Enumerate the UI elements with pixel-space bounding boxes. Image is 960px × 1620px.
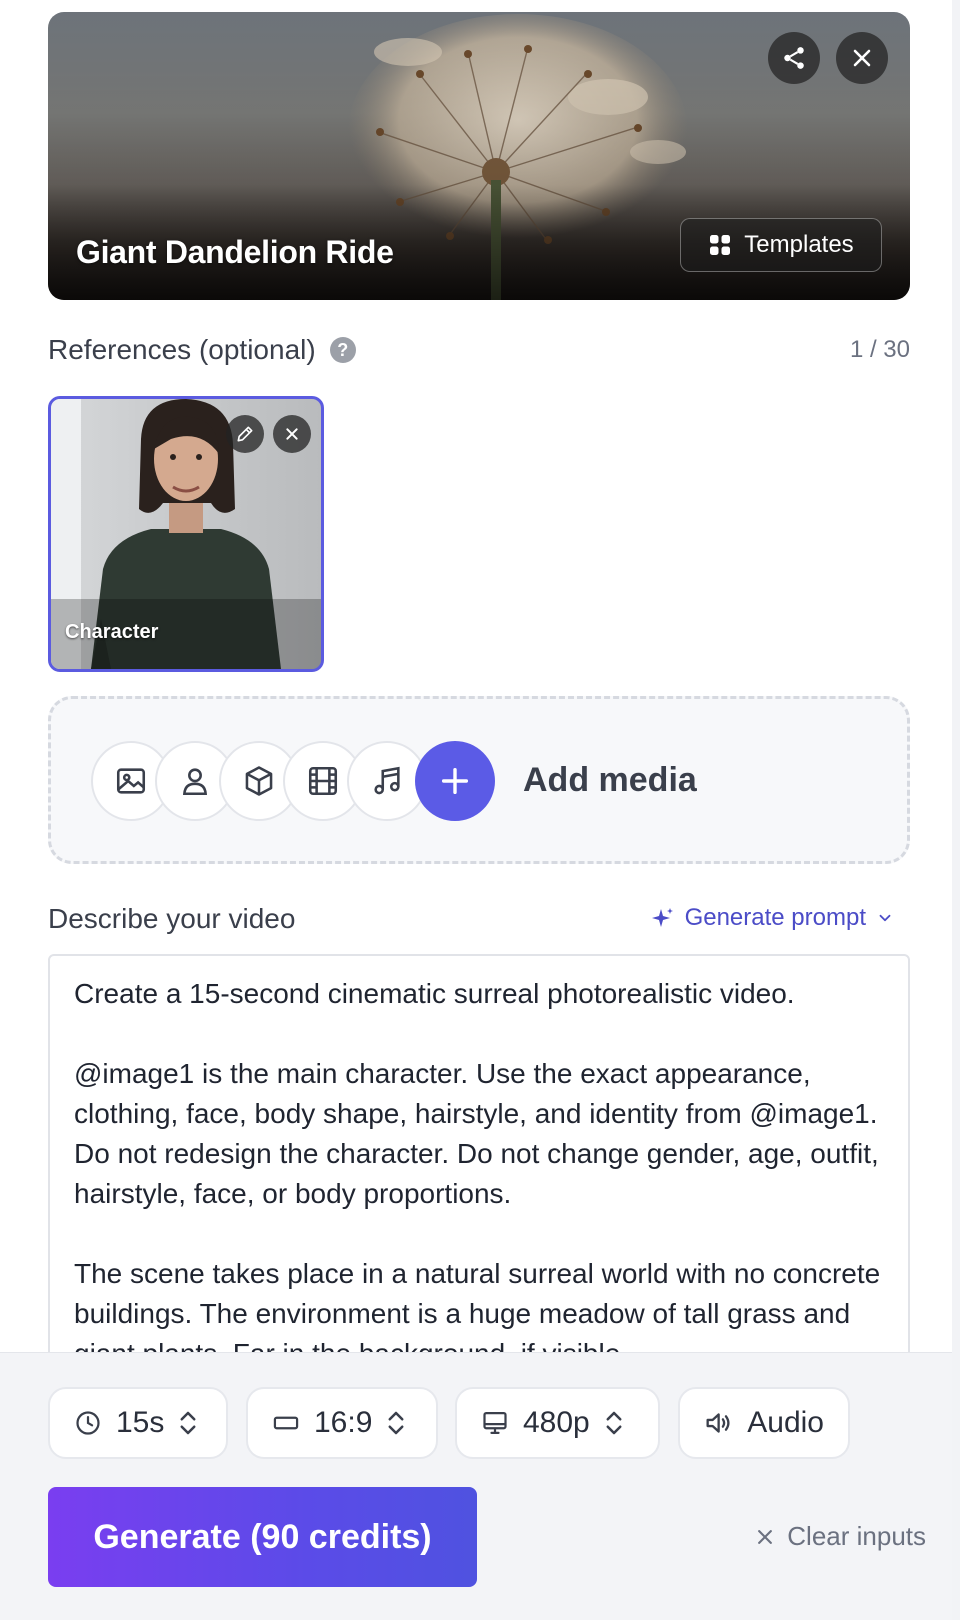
add-media-button[interactable] xyxy=(415,741,495,821)
references-count: 1 / 30 xyxy=(849,336,910,363)
duration-selector[interactable]: 15s xyxy=(48,1387,228,1459)
remove-reference-button[interactable] xyxy=(273,415,311,453)
close-icon xyxy=(853,49,871,67)
add-media-label[interactable]: Add media xyxy=(523,761,697,800)
monitor-icon xyxy=(483,1411,507,1435)
person-icon xyxy=(183,768,207,796)
chevron-down-icon xyxy=(879,914,891,922)
clear-inputs-label: Clear inputs xyxy=(787,1521,926,1551)
plus-icon xyxy=(441,767,469,795)
resolution-selector[interactable]: 480p xyxy=(455,1387,660,1459)
prompt-textarea[interactable]: Create a 15-second cinematic surreal pho… xyxy=(48,954,910,1374)
image-icon xyxy=(116,768,146,794)
close-icon xyxy=(286,428,298,440)
templates-button[interactable]: Templates xyxy=(680,218,882,272)
template-hero: Giant Dandelion Ride Templates xyxy=(48,12,910,300)
pencil-icon xyxy=(237,426,253,442)
templates-label: Templates xyxy=(744,231,854,258)
close-icon xyxy=(758,1529,773,1544)
clear-inputs-button[interactable]: Clear inputs xyxy=(755,1521,926,1552)
resolution-value: 480p xyxy=(523,1406,590,1439)
cube-icon xyxy=(245,766,273,796)
describe-video-label: Describe your video xyxy=(48,903,296,934)
grid-icon xyxy=(710,235,731,255)
prompt-paragraph: @image1 is the main character. Use the e… xyxy=(74,1058,879,1209)
reference-label: Character xyxy=(65,621,159,643)
aspect-ratio-icon xyxy=(273,1416,299,1430)
chevron-updown-icon xyxy=(606,1411,622,1435)
aspect-ratio-value: 16:9 xyxy=(314,1406,373,1439)
template-title: Giant Dandelion Ride xyxy=(76,234,394,270)
audio-toggle[interactable]: Audio xyxy=(678,1387,850,1459)
add-media-dropzone[interactable]: Add media xyxy=(48,696,910,864)
audio-label: Audio xyxy=(747,1406,824,1439)
help-icon[interactable]: ? xyxy=(329,337,356,363)
film-icon xyxy=(308,766,338,796)
clock-icon xyxy=(76,1411,100,1435)
chevron-updown-icon xyxy=(388,1411,404,1435)
aspect-ratio-selector[interactable]: 16:9 xyxy=(246,1387,438,1459)
generation-controls-bar: 15s 16:9 480p Audio Generate (90 credits… xyxy=(0,1352,952,1620)
video-generator-panel: Giant Dandelion Ride Templates Reference… xyxy=(0,0,960,1620)
sparkle-icon xyxy=(651,908,673,927)
generate-button[interactable]: Generate (90 credits) xyxy=(48,1487,477,1587)
duration-value: 15s xyxy=(116,1406,165,1439)
share-button[interactable] xyxy=(768,32,820,84)
close-button[interactable] xyxy=(836,32,888,84)
reference-card[interactable]: Character xyxy=(48,396,324,672)
scrollbar[interactable] xyxy=(952,0,960,1620)
generate-prompt-button[interactable]: Generate prompt xyxy=(651,904,894,932)
music-icon xyxy=(374,766,400,795)
generate-prompt-label: Generate prompt xyxy=(684,904,866,931)
share-icon xyxy=(784,47,804,69)
references-label: References (optional) xyxy=(48,334,316,365)
chevron-updown-icon xyxy=(180,1411,196,1435)
edit-reference-button[interactable] xyxy=(226,415,264,453)
references-heading: References (optional) ? xyxy=(48,334,356,366)
prompt-paragraph: Create a 15-second cinematic surreal pho… xyxy=(74,978,795,1009)
speaker-icon xyxy=(706,1413,730,1433)
